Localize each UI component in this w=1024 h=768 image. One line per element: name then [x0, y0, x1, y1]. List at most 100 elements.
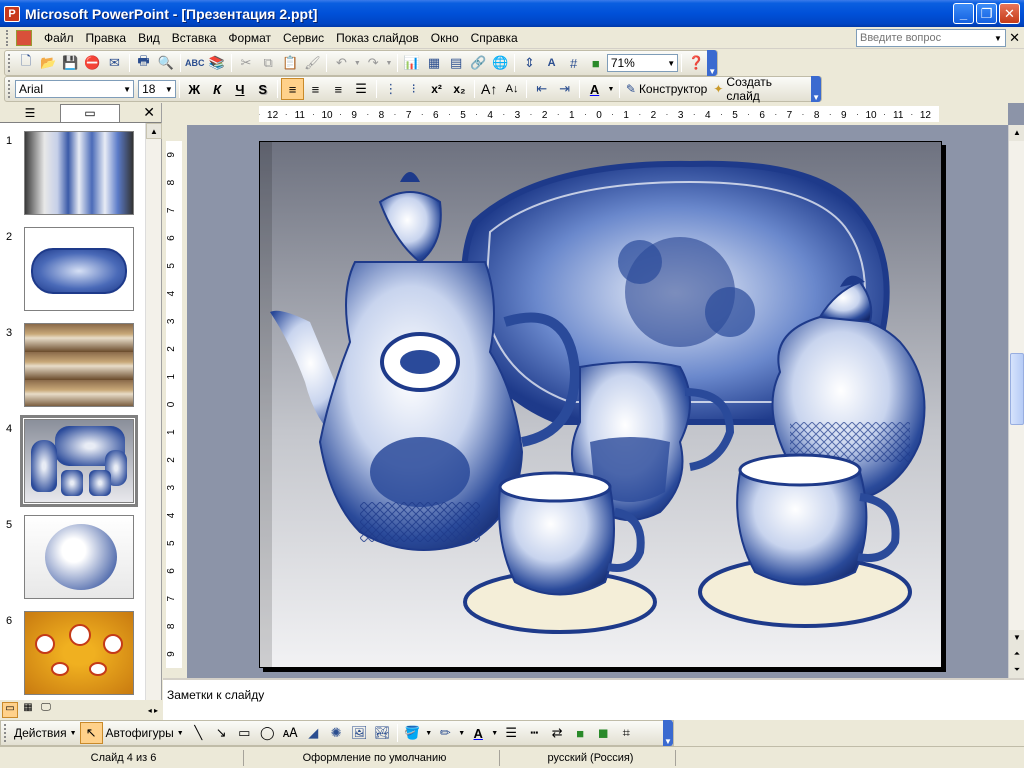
menu-file[interactable]: Файл — [38, 28, 80, 48]
superscript-icon[interactable]: x² — [425, 78, 448, 100]
close-icon[interactable]: ✕ — [143, 104, 155, 121]
current-slide[interactable] — [259, 141, 942, 668]
arrow-style-icon[interactable]: ⇄ — [546, 722, 569, 744]
scroll-up-icon[interactable]: ▲ — [146, 123, 162, 139]
decrease-indent-icon[interactable]: ⇤ — [530, 78, 553, 100]
menu-tools[interactable]: Сервис — [277, 28, 330, 48]
print-icon[interactable]: 🖶 — [133, 52, 155, 74]
shadow-style-icon[interactable]: ■ — [569, 722, 592, 744]
tab-outline[interactable]: ☰ — [0, 104, 60, 122]
increase-indent-icon[interactable]: ⇥ — [553, 78, 576, 100]
autoshapes-menu[interactable]: Автофигуры ▼ — [103, 722, 187, 744]
doc-close-icon[interactable]: ✕ — [1009, 30, 1020, 46]
chevron-down-icon[interactable]: ▼ — [991, 34, 1005, 43]
slideshow-icon[interactable]: 🖵 — [38, 702, 54, 718]
scroll-thumb[interactable] — [1010, 353, 1024, 425]
font-color-icon[interactable]: A — [583, 78, 606, 100]
clipart-icon[interactable]: 🖼 — [348, 722, 371, 744]
open-icon[interactable]: 📂 — [37, 52, 59, 74]
menu-format[interactable]: Формат — [222, 28, 277, 48]
chart-icon[interactable]: 📊 — [401, 52, 423, 74]
align-left-icon[interactable]: ≡ — [281, 78, 305, 100]
increase-font-icon[interactable]: A↑ — [478, 78, 501, 100]
chevron-down-icon[interactable]: ▼ — [384, 52, 394, 74]
toolbar-options-icon[interactable]: ▼ — [811, 76, 821, 102]
scroll-up-icon[interactable]: ▲ — [1009, 125, 1024, 141]
bullets-icon[interactable]: ⁝ — [402, 78, 425, 100]
menu-window[interactable]: Окно — [425, 28, 465, 48]
diagram-icon[interactable]: ✺ — [325, 722, 348, 744]
chevron-down-icon[interactable]: ▼ — [353, 52, 363, 74]
shadow-button[interactable]: S — [251, 78, 274, 100]
crop-icon[interactable]: ⌗ — [615, 722, 638, 744]
previous-slide-icon[interactable]: ⏶ — [1009, 646, 1024, 662]
justify-icon[interactable]: ☰ — [350, 78, 373, 100]
slides-scrollbar[interactable]: ▲ ▼ — [145, 123, 162, 720]
notes-pane[interactable]: Заметки к слайду — [163, 678, 1024, 720]
workspace-scrollbar[interactable]: ▲ ▼ ⏶ ⏷ — [1008, 125, 1024, 678]
numbering-icon[interactable]: ⋮ — [380, 78, 403, 100]
email-icon[interactable]: ✉ — [103, 52, 125, 74]
wordart-icon[interactable]: ◢ — [302, 722, 325, 744]
minimize-button[interactable]: _ — [953, 3, 974, 24]
underline-button[interactable]: Ч — [229, 78, 252, 100]
line-icon[interactable]: ╲ — [187, 722, 210, 744]
hyperlink-icon[interactable]: 🔗 — [467, 52, 489, 74]
zoom-select[interactable]: 71% ▼ — [606, 54, 679, 72]
next-slide-icon[interactable]: ⏷ — [1009, 662, 1024, 678]
copy-icon[interactable]: ⧉ — [257, 52, 279, 74]
textbox-icon[interactable]: 🗚 — [279, 722, 302, 744]
powerpoint-icon[interactable]: P — [4, 5, 20, 22]
document-icon[interactable] — [16, 29, 32, 46]
grip-icon[interactable] — [8, 54, 11, 72]
normal-view-icon[interactable]: ▭ — [2, 702, 18, 718]
dash-style-icon[interactable]: ┅ — [523, 722, 546, 744]
color-grayscale-icon[interactable]: ■ — [585, 52, 607, 74]
tables-borders-icon[interactable]: ▤ — [445, 52, 467, 74]
3d-style-icon[interactable]: ◼ — [592, 722, 615, 744]
font-size-select[interactable]: 18 ▼ — [138, 80, 176, 98]
help-input[interactable] — [857, 32, 991, 44]
redo-icon[interactable]: ↷ — [362, 52, 384, 74]
scroll-right-icon[interactable]: ◂ ▸ — [148, 706, 158, 715]
new-slide-button[interactable]: ✦ Создать слайд — [710, 75, 811, 103]
menu-slideshow[interactable]: Показ слайдов — [330, 28, 425, 48]
preview-icon[interactable]: 🔍 — [155, 52, 177, 74]
tab-slides[interactable]: ▭ — [60, 103, 120, 122]
grip-icon[interactable] — [6, 29, 10, 46]
close-button[interactable]: ✕ — [999, 3, 1020, 24]
menu-edit[interactable]: Правка — [80, 28, 133, 48]
formatting-icon[interactable]: A — [540, 52, 562, 74]
align-center-icon[interactable]: ≡ — [304, 78, 327, 100]
subscript-icon[interactable]: x₂ — [448, 78, 471, 100]
save-icon[interactable]: 💾 — [59, 52, 81, 74]
fill-color-icon[interactable]: 🪣 — [401, 722, 424, 744]
font-select[interactable]: Arial ▼ — [15, 80, 135, 98]
format-painter-icon[interactable]: 🖌 — [301, 52, 323, 74]
menu-view[interactable]: Вид — [132, 28, 166, 48]
picture-icon[interactable]: 🏞 — [371, 722, 394, 744]
cut-icon[interactable]: ✂ — [235, 52, 257, 74]
expand-icon[interactable]: ⇕ — [518, 52, 540, 74]
grid-icon[interactable]: # — [563, 52, 585, 74]
research-icon[interactable]: 📚 — [206, 52, 228, 74]
new-icon[interactable]: 🗋 — [15, 52, 37, 74]
paste-icon[interactable]: 📋 — [279, 52, 301, 74]
permission-icon[interactable]: ⛔ — [81, 52, 103, 74]
help-icon[interactable]: ❓ — [685, 52, 707, 74]
chevron-down-icon[interactable]: ▼ — [424, 722, 434, 744]
menu-help[interactable]: Справка — [465, 28, 524, 48]
arrow-icon[interactable]: ↘ — [210, 722, 233, 744]
actions-menu[interactable]: Действия ▼ — [11, 722, 80, 744]
select-pointer-icon[interactable]: ↖ — [79, 722, 103, 744]
grip-icon[interactable] — [4, 724, 7, 742]
chevron-down-icon[interactable]: ▼ — [457, 722, 467, 744]
toolbar-options-icon[interactable]: ▼ — [663, 720, 673, 746]
italic-button[interactable]: К — [206, 78, 229, 100]
line-color-icon[interactable]: ✏ — [434, 722, 457, 744]
designer-button[interactable]: ✎ Конструктор — [623, 78, 710, 100]
font-color-icon[interactable]: A — [467, 722, 490, 744]
oval-icon[interactable]: ◯ — [256, 722, 279, 744]
line-style-icon[interactable]: ☰ — [500, 722, 523, 744]
table-icon[interactable]: ▦ — [423, 52, 445, 74]
